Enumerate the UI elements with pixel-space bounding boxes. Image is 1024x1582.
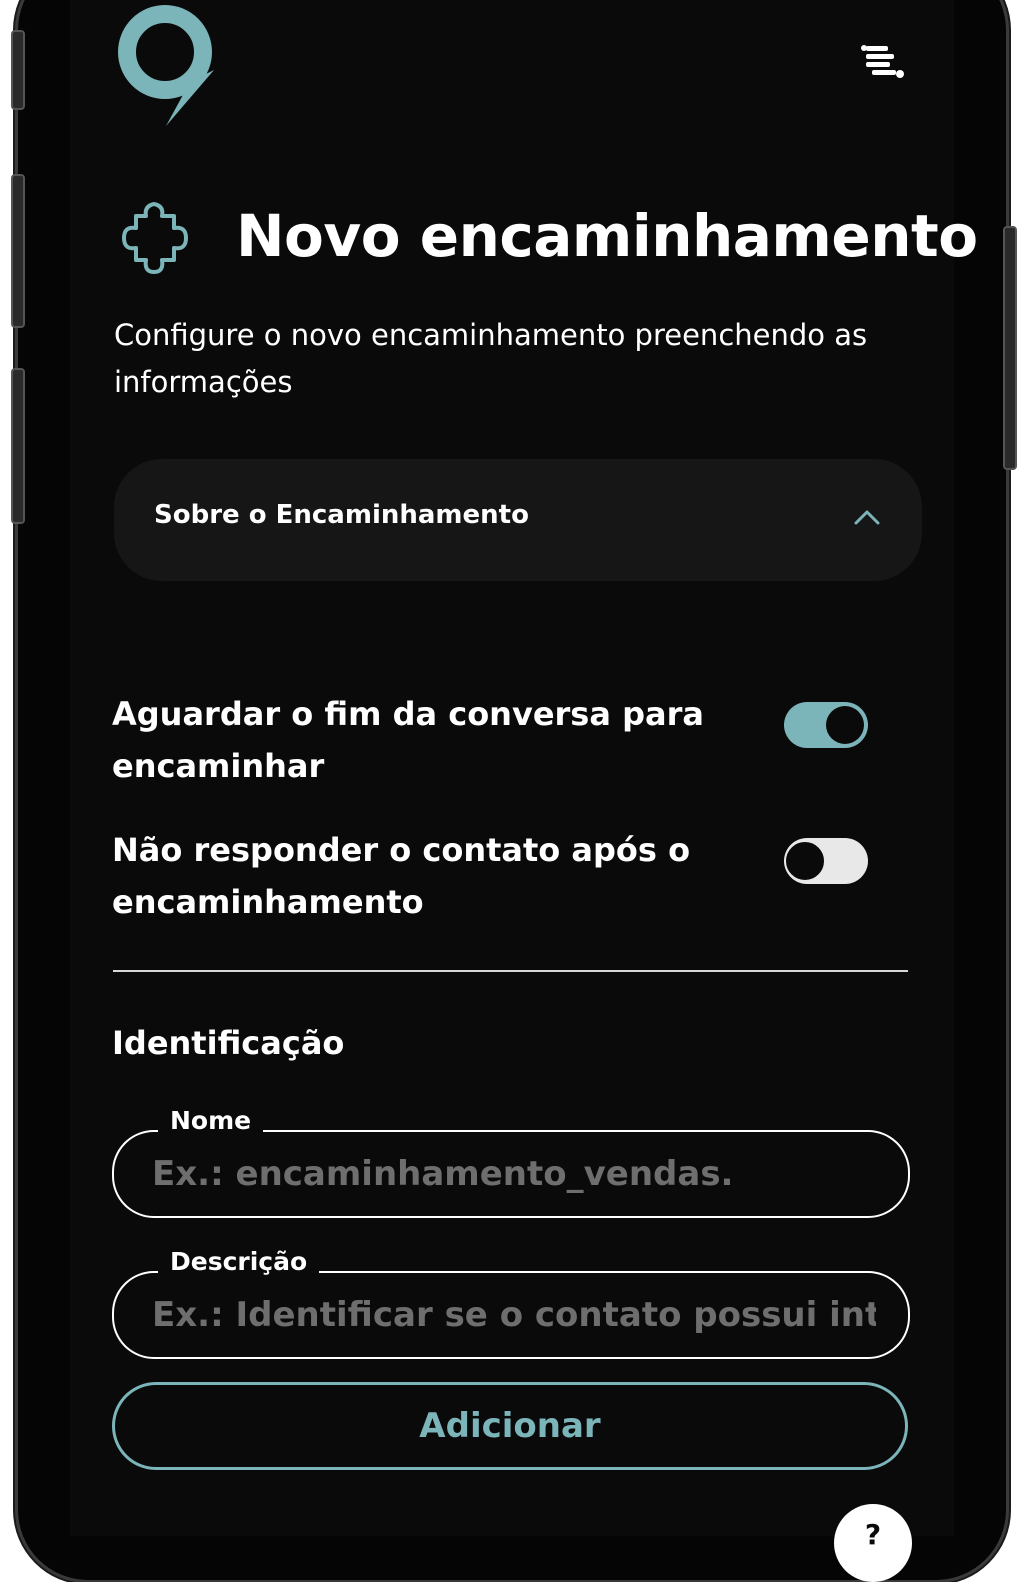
toggle-row-no-reply-after-forward: Não responder o contato após o encaminha…: [112, 824, 902, 934]
page-title: Novo encaminhamento: [236, 202, 978, 270]
phone-side-button: [11, 30, 25, 110]
switch-knob: [826, 706, 864, 744]
page-subtitle: Configure o novo encaminhamento preenche…: [114, 318, 868, 399]
toggle-row-wait-end-of-conversation: Aguardar o fim da conversa para encaminh…: [112, 688, 902, 798]
toggle-label: Não responder o contato após o encaminha…: [112, 831, 691, 921]
no-reply-after-forward-switch[interactable]: [784, 838, 868, 884]
phone-side-button: [11, 174, 25, 328]
description-input[interactable]: [152, 1287, 876, 1343]
puzzle-icon: [122, 202, 188, 274]
description-field-label: Descrição: [158, 1247, 320, 1276]
phone-side-button: [11, 368, 25, 524]
name-input[interactable]: [152, 1146, 876, 1202]
description-field: Descrição: [112, 1247, 910, 1359]
wait-end-conversation-switch[interactable]: [784, 702, 868, 748]
name-field-label: Nome: [158, 1106, 264, 1135]
accordion-label: Sobre o Encaminhamento: [154, 500, 529, 530]
speech-bubble-logo-icon: [118, 5, 214, 126]
switch-knob: [786, 842, 824, 880]
accordion-sobre-encaminhamento[interactable]: Sobre o Encaminhamento: [114, 459, 922, 581]
page-header: Novo encaminhamento: [114, 190, 978, 290]
name-field: Nome: [112, 1106, 910, 1218]
toggle-label: Aguardar o fim da conversa para encaminh…: [112, 695, 704, 785]
identification-section-title: Identificação: [112, 1024, 345, 1062]
chevron-up-icon: [854, 510, 880, 525]
add-button[interactable]: Adicionar: [112, 1382, 908, 1470]
menu-list-icon[interactable]: [858, 42, 910, 86]
phone-side-button: [1003, 226, 1017, 470]
help-icon: ?: [864, 1518, 882, 1551]
section-divider: [113, 970, 908, 972]
help-button[interactable]: ?: [834, 1504, 912, 1582]
